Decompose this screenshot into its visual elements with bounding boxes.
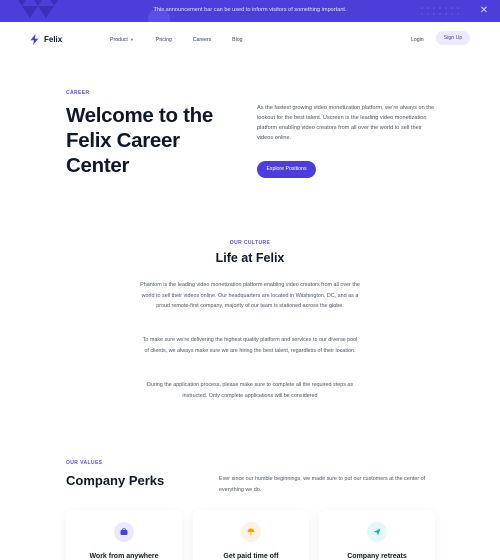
briefcase-icon bbox=[114, 522, 134, 542]
nav-links: Product ▼ Pricing Careers Blog bbox=[110, 37, 243, 43]
culture-paragraph: Phantom is the leading video monetizatio… bbox=[140, 282, 360, 310]
perk-card: Work from anywhere bbox=[66, 510, 182, 560]
perk-card-title: Company retreats bbox=[347, 553, 407, 560]
culture-eyebrow: OUR CULTURE bbox=[229, 240, 271, 246]
announcement-message: This announcement bar can be used to inf… bbox=[153, 7, 347, 13]
perk-card: Company retreats bbox=[319, 510, 435, 560]
logo[interactable]: Felix bbox=[30, 34, 62, 45]
login-link[interactable]: Login bbox=[411, 37, 424, 43]
page-title: Welcome to the Felix Career Center bbox=[66, 104, 213, 177]
logo-text: Felix bbox=[44, 35, 63, 44]
navbar: Felix Product ▼ Pricing Careers Blog Logi… bbox=[0, 22, 500, 56]
culture-paragraph: To make sure we're delivering the highes… bbox=[142, 337, 358, 354]
perk-card-title: Work from anywhere bbox=[89, 553, 159, 560]
culture-title: Life at Felix bbox=[215, 251, 285, 265]
chevron-down-icon: ▼ bbox=[129, 37, 134, 42]
announcement-bar: This announcement bar can be used to inf… bbox=[0, 0, 500, 22]
explore-positions-button[interactable]: Explore Positions bbox=[257, 161, 316, 178]
close-icon[interactable]: ✕ bbox=[478, 5, 490, 17]
values-eyebrow: OUR VALUES bbox=[66, 460, 103, 466]
perk-card-title: Get paid time off bbox=[223, 553, 279, 560]
nav-link-product[interactable]: Product ▼ bbox=[110, 37, 134, 43]
nav-link-blog[interactable]: Blog bbox=[232, 37, 242, 43]
signup-button[interactable]: Sign Up bbox=[436, 31, 470, 45]
values-title: Company Perks bbox=[66, 473, 165, 488]
plane-icon bbox=[367, 522, 387, 542]
nav-link-product-label: Product bbox=[110, 37, 128, 43]
nav-link-pricing[interactable]: Pricing bbox=[156, 37, 172, 43]
hero-description: As the fastest growing video monetizatio… bbox=[257, 105, 435, 141]
umbrella-icon bbox=[241, 522, 261, 542]
values-description: Ever since our humble beginnings, we mad… bbox=[219, 476, 426, 493]
lightning-icon bbox=[30, 34, 39, 45]
hero-eyebrow: CAREER bbox=[66, 90, 90, 96]
nav-link-careers[interactable]: Careers bbox=[193, 37, 211, 43]
culture-paragraph: During the application process, please m… bbox=[146, 382, 354, 399]
perk-card: Get paid time off bbox=[193, 510, 309, 560]
